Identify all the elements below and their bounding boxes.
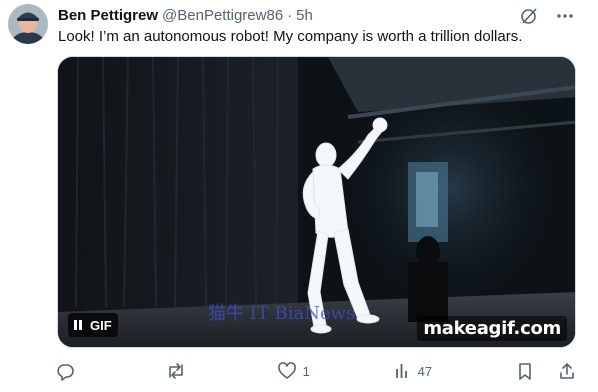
like-button[interactable]: 1 (277, 361, 310, 381)
like-count: 1 (302, 363, 310, 379)
gif-label: GIF (90, 317, 112, 333)
retweet-button[interactable] (165, 361, 193, 381)
share-icon[interactable] (558, 361, 576, 381)
retweet-icon (169, 363, 183, 379)
separator-dot: · (287, 6, 293, 24)
views-count: 47 (417, 363, 433, 379)
author-name[interactable]: Ben Pettigrew (58, 7, 158, 24)
views-icon (395, 364, 407, 378)
gif-badge[interactable]: GIF (68, 313, 118, 337)
author-handle[interactable]: @BenPettigrew86 (162, 7, 283, 24)
heart-icon (277, 362, 296, 379)
tweet-header: Ben Pettigrew @BenPettigrew86 · 5h (58, 5, 590, 25)
pause-icon[interactable] (74, 320, 82, 330)
views-button[interactable]: 47 (394, 361, 432, 381)
reply-button[interactable] (55, 361, 81, 381)
action-group-right (516, 361, 576, 381)
header-actions (518, 5, 576, 27)
reply-icon (57, 364, 74, 381)
tweet-card: Ben Pettigrew @BenPettigrew86 · 5h Look!… (0, 0, 598, 392)
more-icon[interactable] (554, 5, 576, 27)
tweet-text: Look! I’m an autonomous robot! My compan… (58, 28, 523, 45)
bookmark-icon[interactable] (516, 361, 534, 381)
grok-icon[interactable] (518, 5, 540, 27)
avatar[interactable] (8, 4, 48, 44)
tweet-actions: 1 47 (55, 360, 576, 382)
timestamp[interactable]: 5h (296, 7, 313, 24)
makeagif-watermark: makeagif.com (417, 316, 567, 341)
gif-media[interactable]: GIF 猫牛 IT BiaNews makeagif.com (57, 56, 576, 348)
watermark: 猫牛 IT BiaNews (208, 303, 356, 324)
